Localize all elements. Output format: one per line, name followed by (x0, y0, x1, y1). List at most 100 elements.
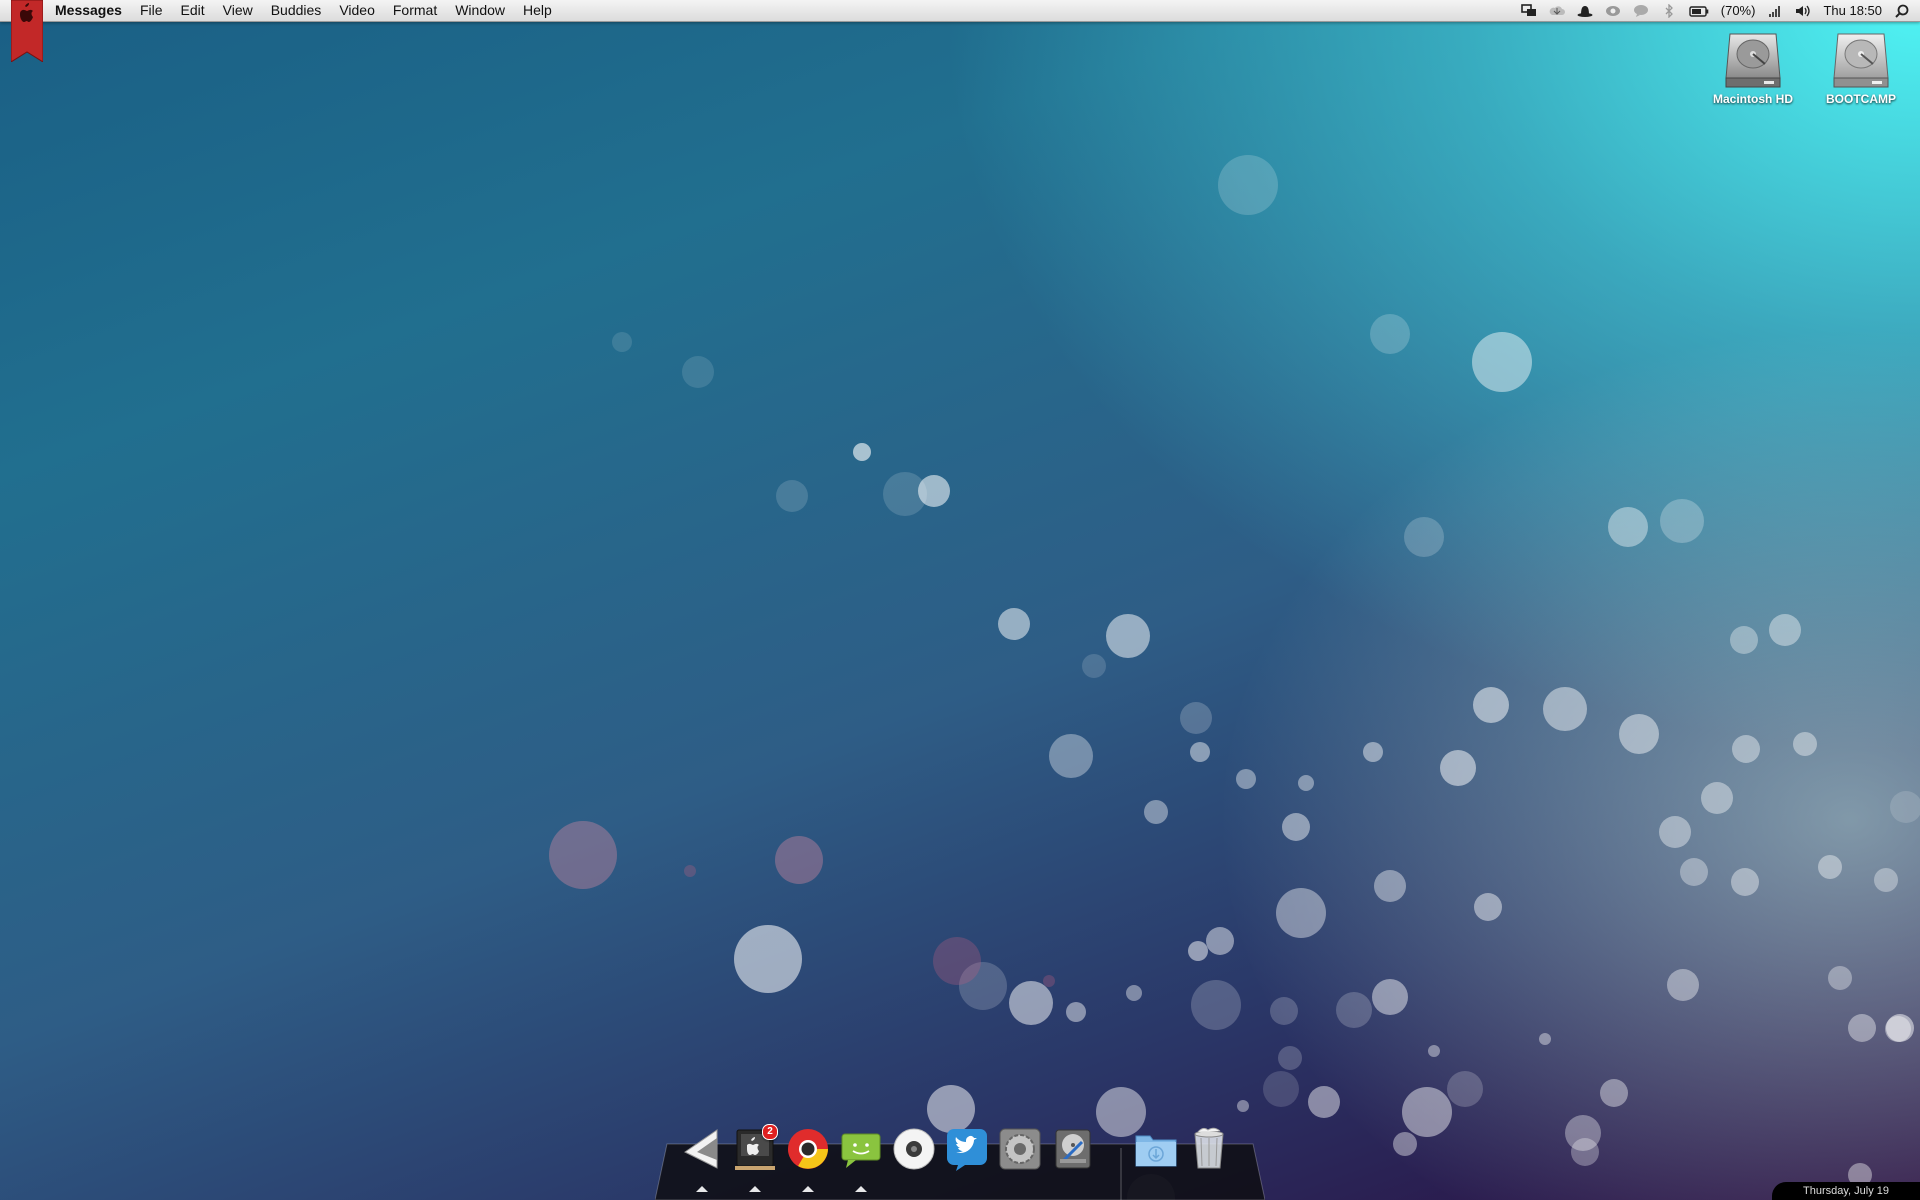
spotlight-icon[interactable] (1894, 4, 1910, 18)
menu-buddies[interactable]: Buddies (262, 0, 331, 21)
bokeh-dot (1874, 868, 1898, 892)
dock: 2 (676, 1124, 1234, 1192)
dock-item-disk-utility[interactable] (1047, 1126, 1098, 1186)
messages-app-icon[interactable] (838, 1126, 884, 1172)
bokeh-dot (612, 332, 632, 352)
bokeh-dot (1472, 332, 1532, 392)
bokeh-dot (1270, 997, 1298, 1025)
bokeh-dot (959, 962, 1007, 1010)
menu-bar: Messages File Edit View Buddies Video Fo… (0, 0, 1920, 63)
finder-icon[interactable] (679, 1126, 725, 1172)
menu-window[interactable]: Window (446, 0, 514, 21)
hard-drive-icon[interactable] (1722, 30, 1784, 90)
alfred-hat-icon[interactable] (1577, 4, 1593, 18)
bokeh-dot (1009, 981, 1053, 1025)
drive-label: BOOTCAMP (1826, 92, 1896, 106)
bokeh-dot (1701, 782, 1733, 814)
bokeh-dot (1049, 734, 1093, 778)
bokeh-dot (1106, 614, 1150, 658)
dock-item-twitter[interactable] (941, 1126, 992, 1186)
bokeh-dot (1372, 979, 1408, 1015)
menu-edit[interactable]: Edit (172, 0, 214, 21)
bokeh-dot (1180, 702, 1212, 734)
bokeh-dot (1680, 858, 1708, 886)
wifi-icon[interactable] (1767, 4, 1783, 18)
dock-item-itunes[interactable] (888, 1126, 939, 1186)
dock-item-messages[interactable] (835, 1126, 886, 1192)
bokeh-dot (1885, 1016, 1911, 1042)
cloud-app-icon[interactable] (1549, 4, 1565, 18)
battery-percent[interactable]: (70%) (1721, 3, 1756, 18)
bokeh-dot (853, 443, 871, 461)
bokeh-dot (933, 937, 981, 985)
apple-menu[interactable] (10, 0, 44, 63)
bokeh-dot (1440, 750, 1476, 786)
system-preferences-icon[interactable] (997, 1126, 1043, 1172)
menu-format[interactable]: Format (384, 0, 446, 21)
bokeh-dot (1276, 888, 1326, 938)
apple-ribbon-icon[interactable] (10, 0, 44, 63)
itunes-icon[interactable] (891, 1126, 937, 1172)
dock-item-downloads[interactable] (1130, 1126, 1181, 1186)
bokeh-dot (549, 821, 617, 889)
trash-icon[interactable] (1186, 1126, 1232, 1172)
bokeh-dot (1190, 742, 1210, 762)
chrome-browser-icon[interactable] (785, 1126, 831, 1172)
dock-item-system-preferences[interactable] (994, 1126, 1045, 1186)
bokeh-dot (1890, 791, 1920, 823)
desktop: Messages File Edit View Buddies Video Fo… (0, 0, 1920, 1200)
twitter-icon[interactable] (944, 1126, 990, 1172)
menu-app-name[interactable]: Messages (46, 0, 131, 21)
hard-drive-icon[interactable] (1830, 30, 1892, 90)
eye-icon[interactable] (1605, 4, 1621, 18)
messages-status-icon[interactable] (1633, 4, 1649, 18)
bokeh-dot (1731, 868, 1759, 896)
bokeh-dot (1144, 800, 1168, 824)
menu-help[interactable]: Help (514, 0, 561, 21)
battery-icon[interactable] (1689, 4, 1709, 18)
bokeh-dot (1126, 985, 1142, 1001)
menu-video[interactable]: Video (330, 0, 384, 21)
menu-view[interactable]: View (214, 0, 262, 21)
dock-item-chrome[interactable] (782, 1126, 833, 1192)
bokeh-dot (1404, 517, 1444, 557)
running-indicator (695, 1186, 708, 1192)
running-indicator (854, 1186, 867, 1192)
bokeh-dot (883, 472, 927, 516)
volume-icon[interactable] (1795, 4, 1811, 18)
bokeh-dot (1066, 1002, 1086, 1022)
bokeh-dot (1543, 687, 1587, 731)
bokeh-dot (1236, 769, 1256, 789)
bokeh-dot (1600, 1079, 1628, 1107)
bokeh-dot (1402, 1087, 1452, 1137)
bokeh-dot (1336, 992, 1372, 1028)
screen-mirroring-icon[interactable] (1520, 3, 1537, 18)
bokeh-dot (684, 865, 696, 877)
downloads-folder-icon[interactable] (1133, 1126, 1179, 1172)
dock-item-finder[interactable] (676, 1126, 727, 1192)
bokeh-dot (734, 925, 802, 993)
menu-file[interactable]: File (131, 0, 172, 21)
bokeh-dot (1308, 1086, 1340, 1118)
bokeh-dot (1447, 1071, 1483, 1107)
bokeh-dot (1428, 1045, 1440, 1057)
menubar-clock[interactable]: Thu 18:50 (1823, 3, 1882, 18)
bokeh-dot (1539, 1033, 1551, 1045)
bokeh-dot (776, 480, 808, 512)
bokeh-dot (1473, 687, 1509, 723)
bluetooth-icon[interactable] (1661, 3, 1677, 18)
bokeh-dot (775, 836, 823, 884)
disk-utility-icon[interactable] (1050, 1126, 1096, 1172)
bokeh-dot (1828, 966, 1852, 990)
drive-bootcamp[interactable]: BOOTCAMP (1811, 30, 1911, 106)
bokeh-dot (1043, 975, 1055, 987)
bokeh-dot (1659, 816, 1691, 848)
bokeh-dot (1363, 742, 1383, 762)
dock-item-trash[interactable] (1183, 1126, 1234, 1186)
running-indicator (748, 1186, 761, 1192)
bokeh-dot (1660, 499, 1704, 543)
drive-macintosh-hd[interactable]: Macintosh HD (1703, 30, 1803, 106)
bokeh-dot (1848, 1014, 1876, 1042)
dock-item-app-store[interactable]: 2 (729, 1124, 780, 1192)
bokeh-dot (1218, 155, 1278, 215)
